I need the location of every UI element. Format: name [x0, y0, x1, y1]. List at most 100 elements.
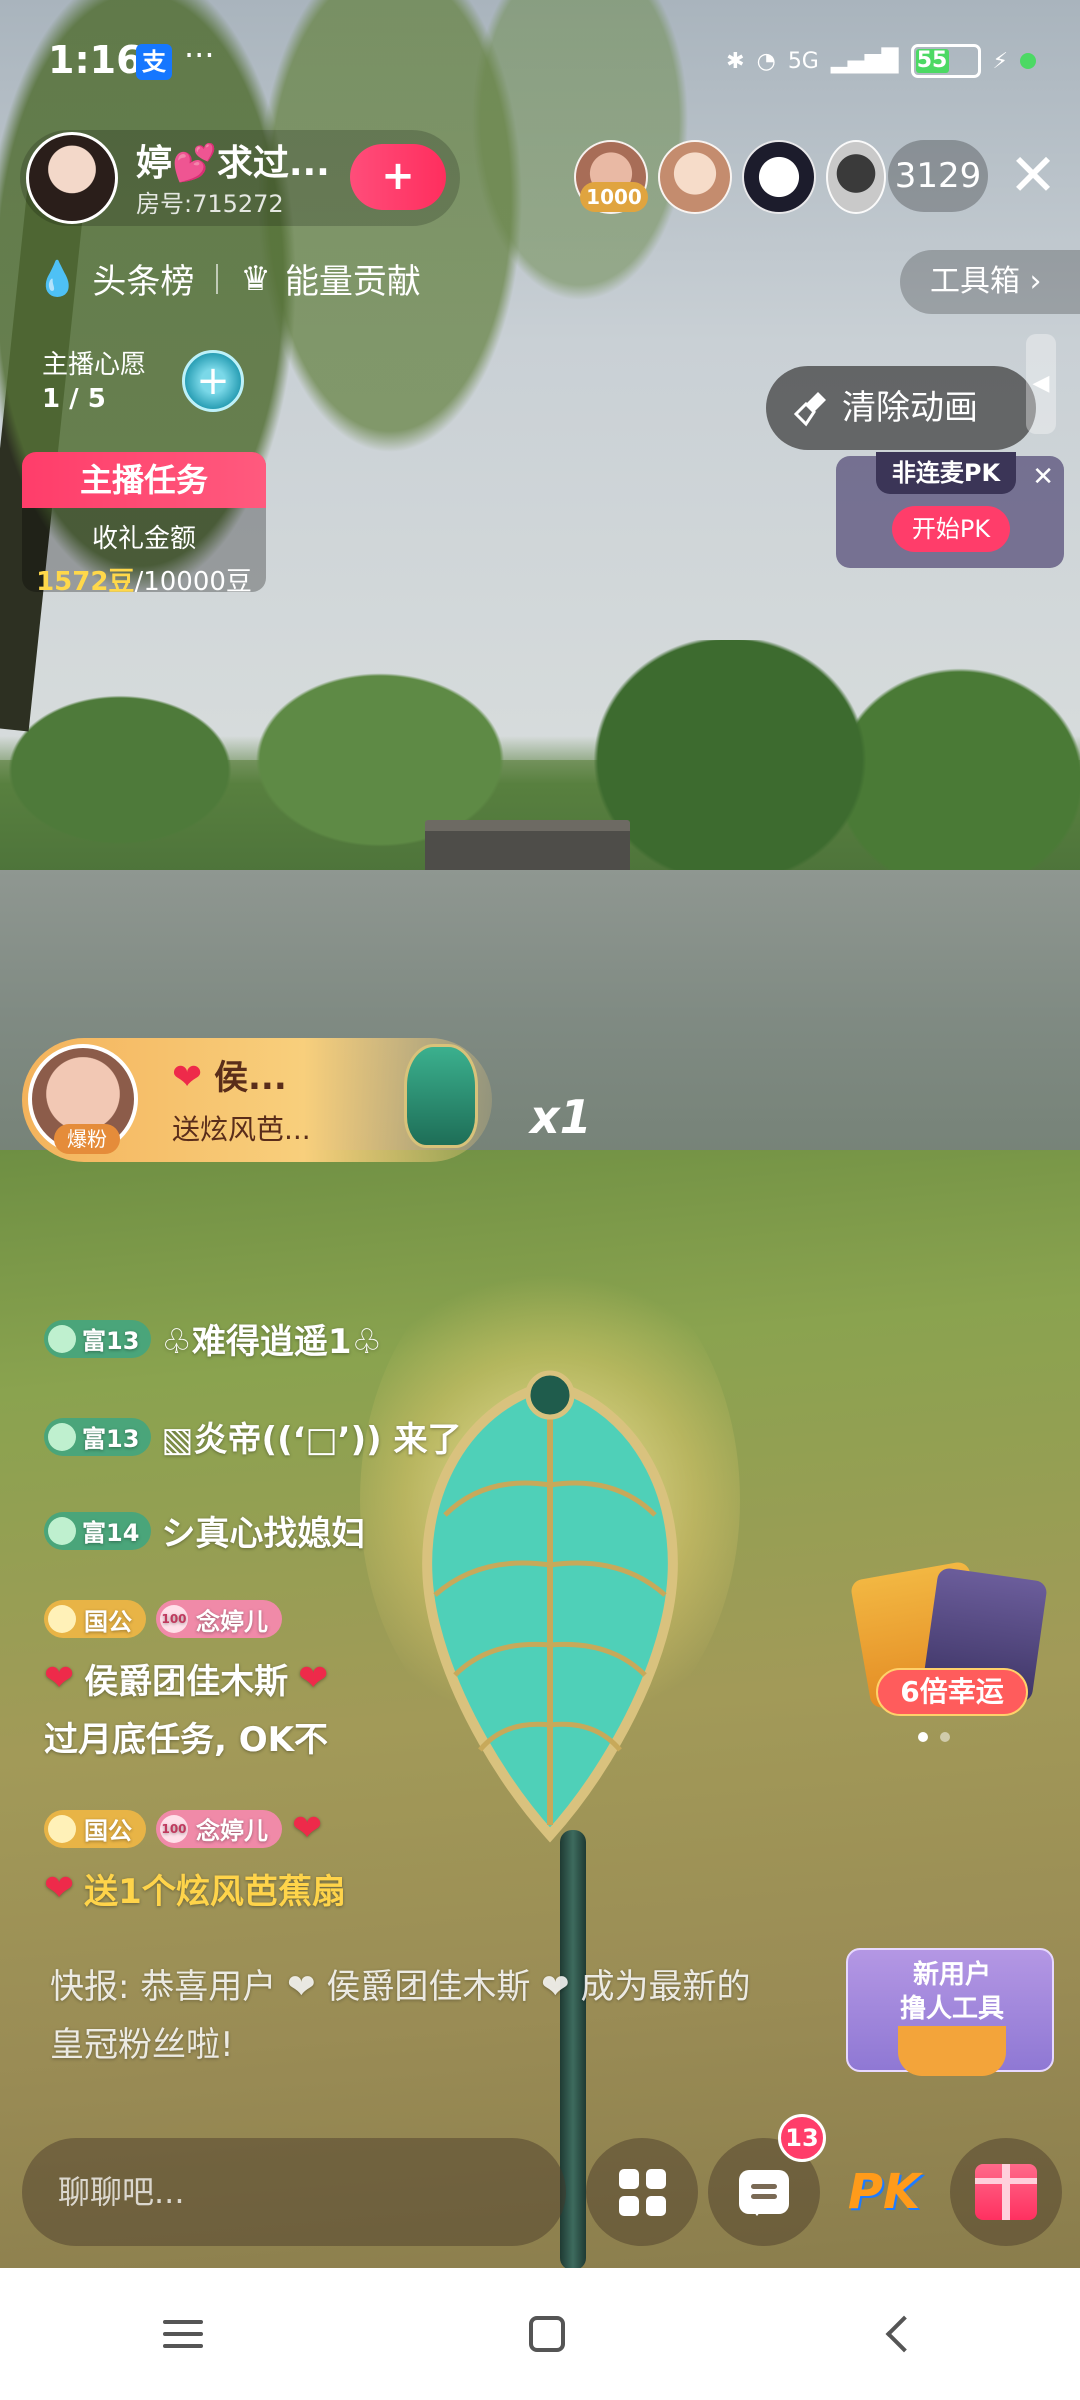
drop-icon: 💧 [36, 258, 79, 299]
gift-multiplier: x1 [530, 1090, 592, 1144]
charging-icon: ⚡ [992, 48, 1008, 74]
add-wish-icon[interactable]: + [182, 350, 244, 412]
anchor-name[interactable]: 婷💕求过... [136, 134, 356, 186]
banana-fan-icon [404, 1044, 478, 1148]
divider [216, 263, 219, 294]
status-bar: 1:16 支 ··· ✱ ◔ 5G ▂▄▆█ 55 ⚡ [0, 0, 1080, 120]
room-id: 房号:715272 [136, 190, 284, 218]
heart-icon: ❤ [172, 1057, 203, 1098]
message-icon [739, 2170, 789, 2216]
chat-message[interactable]: 富13 ▧炎帝((ʻ□ʼ)) 来了 [44, 1412, 461, 1461]
basket-icon [898, 2026, 1006, 2076]
chat-username: 侯爵团佳木斯 [84, 1662, 289, 1702]
pk-icon: PK [847, 2164, 921, 2220]
level-icon [48, 1516, 76, 1545]
rank-row: 💧 头条榜 ♛ 能量贡献 [36, 254, 421, 303]
wish-label: 主播心愿 [42, 350, 147, 380]
battery-level: 55 [915, 48, 949, 73]
fan-club-badge: 100 念婷儿 [156, 1809, 282, 1848]
chat-input[interactable]: 聊聊吧... [22, 2138, 566, 2246]
chat-message[interactable]: 富13 ♧难得逍遥1♧ [44, 1314, 382, 1363]
chat-message[interactable]: ❤ 侯爵团佳木斯 ❤ [44, 1654, 328, 1703]
gift-button[interactable] [950, 2138, 1062, 2246]
fan-club-name: 念婷儿 [196, 1817, 268, 1845]
unread-badge: 13 [778, 2114, 826, 2162]
recent-apps-icon[interactable] [163, 2320, 203, 2348]
task-target: /10000豆 [134, 567, 252, 592]
noble-badge: 国公 [44, 1600, 146, 1638]
signal-icon: ▂▄▆█ [830, 48, 899, 74]
chat-text: ♧难得逍遥1♧ [161, 1322, 383, 1362]
fan-badge: 爆粉 [54, 1124, 120, 1154]
energy-contribution-link[interactable]: 能量贡献 [285, 254, 421, 303]
level-icon [48, 1324, 76, 1353]
noble-text: 国公 [84, 1817, 132, 1845]
fan-level: 100 [160, 1814, 188, 1843]
task-title: 主播任务 [22, 452, 266, 508]
close-icon[interactable]: ✕ [1000, 138, 1066, 212]
pk-title: 非连麦PK [876, 452, 1016, 494]
noble-icon [48, 1605, 76, 1633]
anchor-task-card[interactable]: 主播任务 收礼金额 1572豆/10000豆 [22, 452, 266, 592]
fan-level: 100 [160, 1605, 188, 1633]
viewer-avatar[interactable] [742, 140, 816, 214]
anchor-avatar[interactable] [26, 132, 118, 224]
heart-icon: ❤ [292, 1808, 323, 1849]
chat-badges-row[interactable]: 国公 100 念婷儿 [44, 1600, 282, 1638]
start-pk-button[interactable]: 开始PK [892, 506, 1010, 552]
pk-button[interactable]: PK [828, 2138, 940, 2246]
heart-icon: ❤ [44, 1868, 75, 1909]
privacy-dot-icon [1020, 53, 1036, 69]
viewer-count[interactable]: 3129 [888, 140, 988, 212]
chat-text: ▧炎帝((ʻ□ʼ)) 来了 [161, 1420, 462, 1460]
heart-icon: ❤ [298, 1658, 329, 1699]
chat-badges-row[interactable]: 国公 100 念婷儿 ❤ [44, 1808, 322, 1849]
luck-label: 6倍幸运 [876, 1668, 1028, 1716]
follow-button[interactable]: + [350, 144, 446, 210]
viewer-rank-badge: 1000 [580, 182, 648, 212]
system-nav-bar [0, 2268, 1080, 2400]
close-icon[interactable]: ✕ [1032, 462, 1054, 492]
alipay-icon: 支 [136, 44, 172, 80]
home-icon[interactable] [529, 2316, 565, 2352]
carousel-dots [918, 1732, 950, 1742]
level-text: 富13 [82, 1327, 140, 1355]
gift-description: 送炫风芭... [172, 1113, 311, 1146]
noble-badge: 国公 [44, 1809, 146, 1848]
new-user-label: 新用户 撸人工具 [848, 1958, 1056, 2026]
new-user-line1: 新用户 [912, 1960, 991, 1990]
gift-chat-message[interactable]: ❤ 送1个炫风芭蕉扇 [44, 1864, 346, 1913]
more-features-button[interactable] [586, 2138, 698, 2246]
collapse-tab-icon[interactable]: ◀ [1026, 334, 1056, 434]
gift-message-text: 送1个炫风芭蕉扇 [84, 1872, 346, 1912]
chat-text: シ真心找媳妇 [161, 1514, 366, 1554]
wifi-icon: ◔ [756, 48, 776, 74]
bluetooth-icon: ✱ [726, 48, 745, 74]
dot [918, 1732, 928, 1742]
level-text: 富13 [82, 1425, 140, 1453]
status-icons: ✱ ◔ 5G ▂▄▆█ 55 ⚡ [726, 44, 1036, 78]
back-icon[interactable] [885, 2315, 923, 2353]
wealth-level-badge: 富13 [44, 1417, 152, 1456]
gift-icon [975, 2164, 1037, 2220]
gifter-name: ❤ 侯... [172, 1050, 287, 1099]
viewer-avatar[interactable] [658, 140, 732, 214]
wealth-level-badge: 富13 [44, 1319, 152, 1358]
clock: 1:16 [48, 38, 143, 82]
toolbox-button[interactable]: 工具箱 › [900, 250, 1080, 314]
wealth-level-badge: 富14 [44, 1511, 152, 1550]
noble-text: 国公 [84, 1607, 132, 1636]
headline-rank-link[interactable]: 头条榜 [92, 254, 194, 303]
pk-card: 非连麦PK ✕ 开始PK [836, 452, 1064, 568]
dot [940, 1732, 950, 1742]
gifter-name-text: 侯... [214, 1058, 287, 1098]
heart-icon: ❤ [44, 1658, 75, 1699]
viewer-avatar[interactable] [826, 140, 886, 214]
clear-animation-button[interactable]: 清除动画 [766, 366, 1036, 450]
luck-widget[interactable]: 6倍幸运 [849, 1560, 1050, 1720]
new-user-tool-widget[interactable]: 新用户 撸人工具 [846, 1948, 1056, 2076]
chat-message[interactable]: 富14 シ真心找媳妇 [44, 1506, 365, 1555]
fan-club-badge: 100 念婷儿 [156, 1600, 282, 1638]
toolbox-label: 工具箱 [930, 264, 1020, 299]
task-current: 1572豆 [36, 567, 135, 592]
